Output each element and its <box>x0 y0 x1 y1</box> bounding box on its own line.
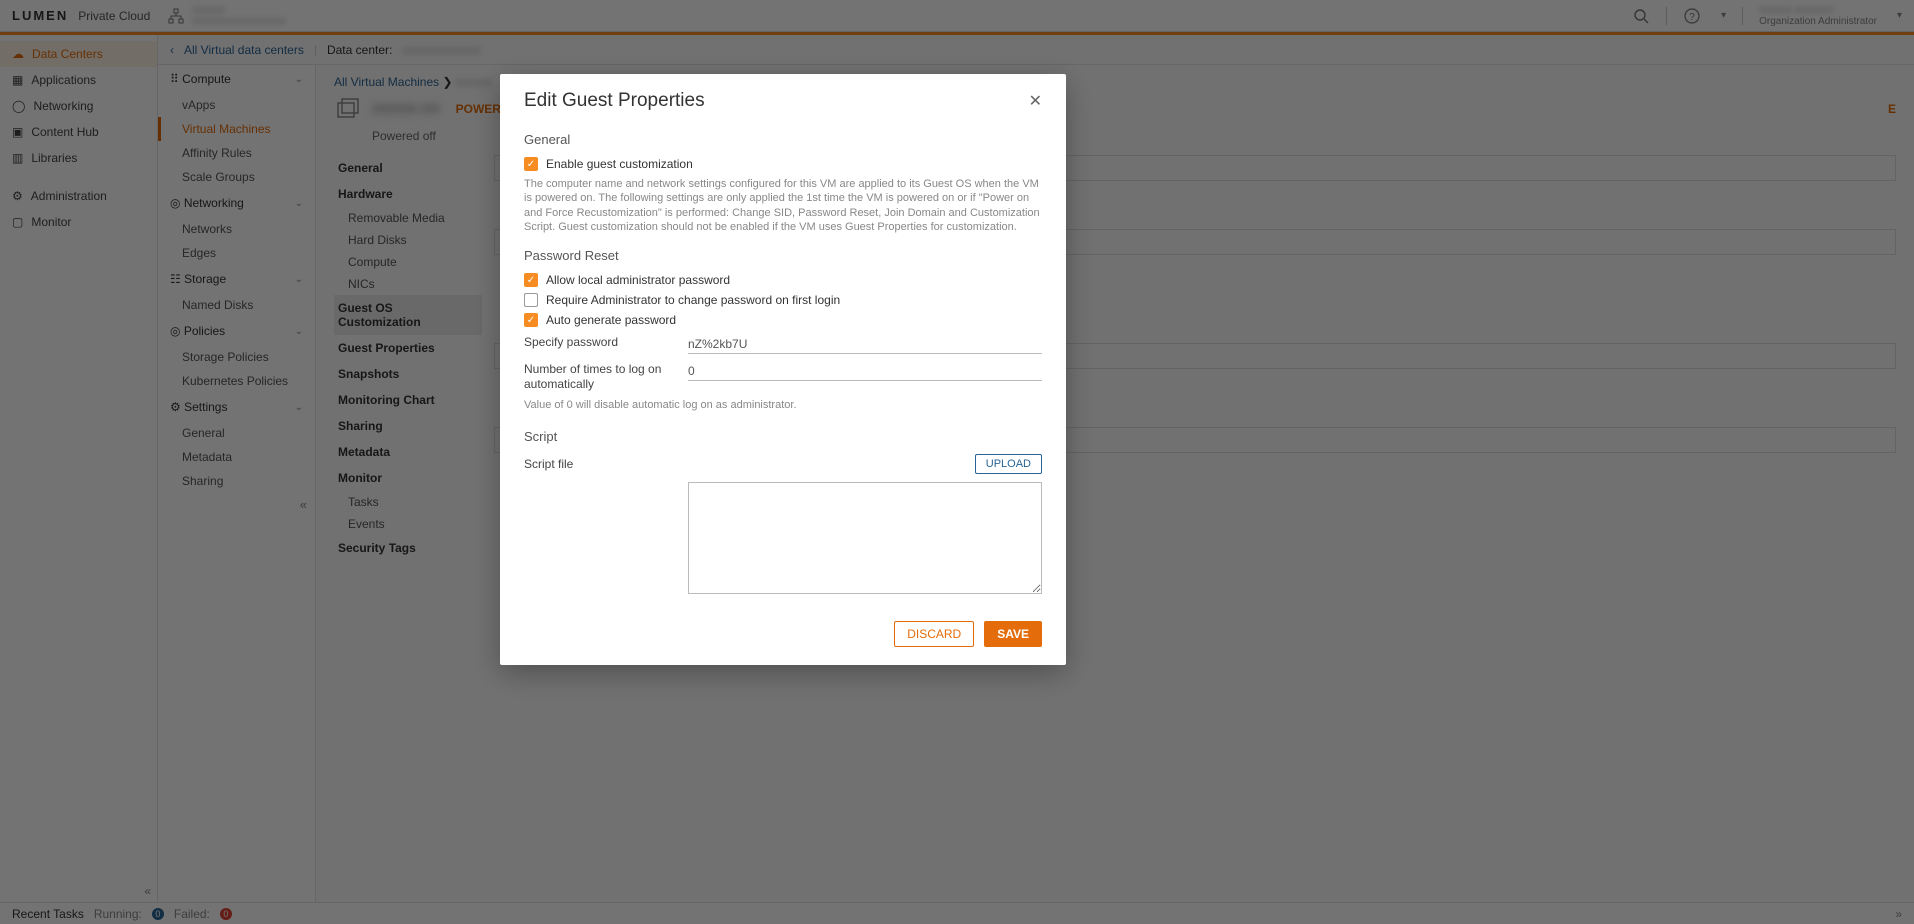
section-password-heading: Password Reset <box>524 248 1042 263</box>
script-file-label: Script file <box>524 457 674 471</box>
upload-button[interactable]: UPLOAD <box>975 454 1042 474</box>
logon-count-input[interactable] <box>688 362 1042 381</box>
save-button[interactable]: SAVE <box>984 621 1042 647</box>
logon-note: Value of 0 will disable automatic log on… <box>524 399 1042 411</box>
enable-guest-customization-label: Enable guest customization <box>546 157 693 171</box>
section-general-heading: General <box>524 132 1042 147</box>
logon-count-label: Number of times to log on automatically <box>524 362 674 391</box>
modal-title: Edit Guest Properties <box>524 90 705 112</box>
discard-button[interactable]: DISCARD <box>894 621 974 647</box>
section-script-heading: Script <box>524 429 1042 444</box>
require-admin-change-password-checkbox[interactable] <box>524 293 538 307</box>
edit-guest-properties-modal: Edit Guest Properties ✕ General ✓ Enable… <box>500 74 1066 665</box>
script-textarea[interactable] <box>688 482 1042 594</box>
general-helptext: The computer name and network settings c… <box>524 177 1042 234</box>
enable-guest-customization-checkbox[interactable]: ✓ <box>524 157 538 171</box>
auto-generate-password-label: Auto generate password <box>546 313 676 327</box>
close-icon[interactable]: ✕ <box>1029 91 1042 111</box>
auto-generate-password-checkbox[interactable]: ✓ <box>524 313 538 327</box>
allow-local-admin-password-checkbox[interactable]: ✓ <box>524 273 538 287</box>
specify-password-input[interactable] <box>688 335 1042 354</box>
require-admin-change-password-label: Require Administrator to change password… <box>546 293 840 307</box>
allow-local-admin-password-label: Allow local administrator password <box>546 273 730 287</box>
specify-password-label: Specify password <box>524 335 674 349</box>
